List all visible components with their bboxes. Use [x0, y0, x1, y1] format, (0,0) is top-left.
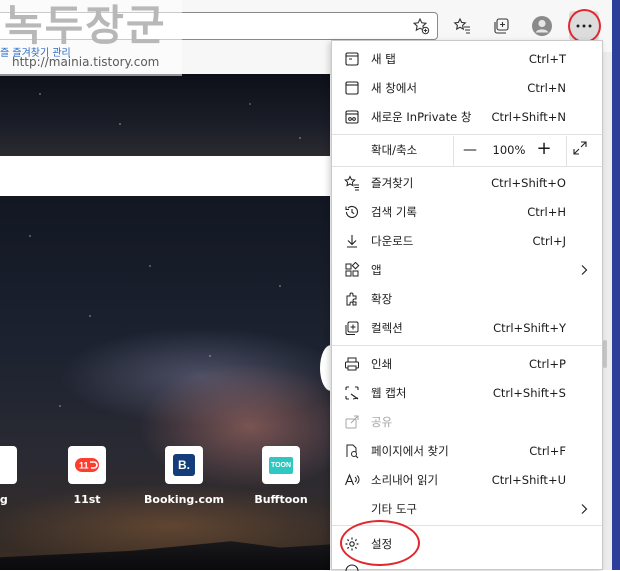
menu-item-label: 새 창에서	[371, 81, 417, 95]
search-box[interactable]	[0, 156, 330, 196]
menu-item-downloads[interactable]: 다운로드 Ctrl+J	[332, 227, 602, 256]
fullscreen-icon	[573, 141, 587, 155]
menu-item-label: 인쇄	[371, 357, 393, 371]
background-image	[0, 196, 330, 570]
menu-separator	[332, 345, 602, 346]
tile-icon	[0, 446, 17, 484]
booking-logo-icon: B.	[165, 446, 203, 484]
bufftoon-logo-icon: TOON	[262, 446, 300, 484]
menu-item-label: 검색 기록	[371, 205, 417, 219]
menu-item-web-capture[interactable]: 웹 캡처 Ctrl+Shift+S	[332, 379, 602, 408]
menu-item-favorites[interactable]: 즐겨찾기 Ctrl+Shift+O	[332, 169, 602, 198]
menu-item-shortcut: Ctrl+Shift+Y	[493, 321, 566, 335]
collections-button[interactable]	[487, 11, 517, 41]
scrollbar-thumb[interactable]	[603, 340, 607, 368]
add-favorite-button[interactable]	[406, 11, 436, 41]
fullscreen-button[interactable]	[572, 140, 590, 158]
menu-item-label: 컬렉션	[371, 321, 403, 335]
collections-icon	[494, 18, 509, 34]
quick-link-11st[interactable]: 11 11st	[47, 446, 127, 506]
watermark-title: 녹두장군	[4, 1, 167, 50]
menu-item-shortcut: Ctrl+F	[529, 444, 566, 458]
menu-item-new-tab[interactable]: 새 탭 Ctrl+T	[332, 45, 602, 74]
menu-item-shortcut: Ctrl+T	[528, 52, 566, 66]
star-plus-icon	[412, 17, 430, 35]
background-image-top	[0, 74, 330, 156]
find-in-page-icon	[346, 444, 359, 459]
11st-logo-icon: 11	[68, 446, 106, 484]
web-capture-icon	[345, 386, 359, 400]
tile-label: Booking.com	[144, 493, 225, 506]
apps-icon	[345, 262, 360, 277]
menu-item-label: 소리내어 읽기	[371, 473, 439, 487]
menu-item-shortcut: Ctrl+H	[527, 205, 566, 219]
menu-item-collections[interactable]: 컬렉션 Ctrl+Shift+Y	[332, 314, 602, 343]
chevron-right-icon	[581, 265, 588, 275]
menu-item-shortcut: Ctrl+Shift+S	[492, 386, 566, 400]
quick-link-tile[interactable]: ing	[0, 446, 38, 506]
menu-item-label: 다운로드	[371, 234, 414, 248]
share-icon	[345, 415, 359, 429]
puzzle-icon	[346, 292, 357, 306]
zoom-in-button[interactable]: +	[534, 138, 554, 160]
new-window-icon	[345, 81, 359, 95]
collections-icon	[345, 321, 359, 335]
profile-icon	[532, 16, 552, 36]
menu-item-label: 기타 도구	[371, 502, 417, 516]
menu-item-inprivate[interactable]: 새로운 InPrivate 창 Ctrl+Shift+N	[332, 103, 602, 132]
svg-text:11: 11	[79, 461, 89, 471]
menu-item-read-aloud[interactable]: 소리내어 읽기 Ctrl+Shift+U	[332, 466, 602, 495]
zoom-divider	[566, 136, 567, 166]
menu-item-label: 공유	[371, 415, 393, 429]
favorites-icon	[344, 175, 359, 191]
menu-item-shortcut: Ctrl+J	[532, 234, 567, 248]
menu-item-apps[interactable]: 앱	[332, 256, 602, 285]
chevron-right-icon	[581, 504, 588, 514]
menu-separator	[332, 166, 602, 167]
window-edge	[612, 0, 620, 570]
favorites-button[interactable]	[447, 11, 477, 41]
download-icon	[347, 235, 357, 248]
menu-item-label: 즐겨찾기	[371, 176, 414, 190]
menu-item-label: 확대/축소	[371, 143, 418, 157]
read-aloud-icon	[344, 473, 360, 486]
highlight-circle	[340, 520, 420, 566]
menu-item-label: 새로운 InPrivate 창	[371, 110, 472, 124]
quick-link-bufftoon[interactable]: TOON Bufftoon	[241, 446, 321, 506]
favorites-icon	[453, 17, 470, 34]
menu-item-print[interactable]: 인쇄 Ctrl+P	[332, 350, 602, 379]
inprivate-icon	[345, 110, 359, 124]
history-icon	[345, 205, 359, 218]
menu-item-share[interactable]: 공유	[332, 408, 602, 437]
zoom-level: 100%	[492, 143, 526, 157]
watermark-url: http://mainia.tistory.com	[12, 55, 160, 69]
profile-button[interactable]	[527, 11, 557, 41]
menu-item-shortcut: Ctrl+N	[527, 81, 566, 95]
menu-item-shortcut: Ctrl+Shift+U	[491, 473, 566, 487]
tile-label: Bufftoon	[254, 493, 308, 506]
menu-item-history[interactable]: 검색 기록 Ctrl+H	[332, 198, 602, 227]
quick-link-booking[interactable]: B. Booking.com	[144, 446, 224, 506]
printer-icon	[345, 357, 359, 371]
menu-item-shortcut: Ctrl+Shift+N	[491, 110, 566, 124]
menu-item-label: 확장	[371, 292, 393, 306]
menu-item-label: 웹 캡처	[371, 386, 407, 400]
menu-item-new-window[interactable]: 새 창에서 Ctrl+N	[332, 74, 602, 103]
menu-item-shortcut: Ctrl+P	[528, 357, 566, 371]
menu-item-label: 새 탭	[371, 52, 396, 66]
new-tab-icon	[345, 52, 359, 66]
tile-label: 11st	[73, 493, 101, 506]
zoom-out-button[interactable]: —	[460, 141, 480, 159]
menu-item-extensions[interactable]: 확장	[332, 285, 602, 314]
menu-item-label: 페이지에서 찾기	[371, 444, 449, 458]
menu-item-label: 앱	[371, 263, 382, 277]
highlight-circle	[568, 9, 601, 43]
menu-item-shortcut: Ctrl+Shift+O	[491, 176, 566, 190]
menu-item-find-on-page[interactable]: 페이지에서 찾기 Ctrl+F	[332, 437, 602, 466]
tile-label: ing	[0, 493, 8, 506]
settings-menu: 새 탭 Ctrl+T 새 창에서 Ctrl+N 새로운 InPrivate 창 …	[331, 40, 603, 571]
zoom-divider	[453, 136, 454, 166]
